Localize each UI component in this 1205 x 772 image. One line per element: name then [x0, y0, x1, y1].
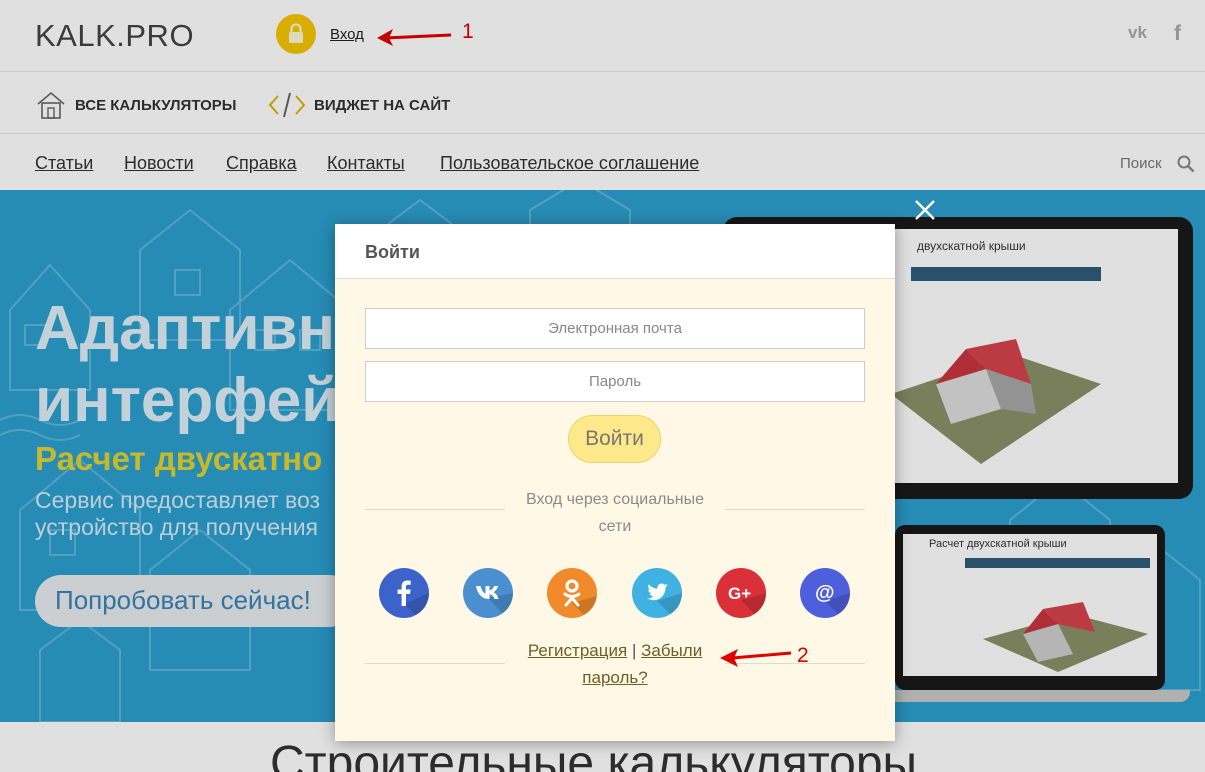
login-submit-button[interactable]: Войти: [568, 415, 661, 463]
google-plus-icon: G+: [728, 584, 766, 618]
close-icon[interactable]: [913, 198, 937, 222]
divider-left: [365, 509, 505, 510]
social-login-caption: Вход через социальные сети: [525, 491, 705, 535]
twitter-icon: [647, 583, 682, 618]
modal-title: Войти: [365, 242, 420, 262]
divider-right: [725, 509, 865, 510]
facebook-login-button[interactable]: [379, 568, 429, 618]
twitter-login-button[interactable]: [632, 568, 682, 618]
vk-login-button[interactable]: [463, 568, 513, 618]
svg-text:@: @: [815, 582, 835, 604]
divider-bottom-left: [365, 663, 505, 664]
svg-text:G+: G+: [728, 584, 751, 603]
odnoklassniki-login-button[interactable]: [547, 568, 597, 618]
vk-icon: [476, 586, 513, 616]
annotation-number-2: 2: [797, 644, 809, 667]
at-sign-icon: @: [815, 582, 850, 618]
account-links: Регистрация | Забыли пароль?: [510, 637, 720, 691]
facebook-icon: [397, 580, 429, 618]
mailru-login-button[interactable]: @: [800, 568, 850, 618]
register-link[interactable]: Регистрация: [528, 641, 627, 660]
annotation-arrow-2: [720, 649, 792, 667]
email-field[interactable]: [365, 308, 865, 349]
login-modal: Войти Войти Вход через социальные сети: [335, 224, 895, 741]
google-plus-login-button[interactable]: G+: [716, 568, 766, 618]
odnoklassniki-icon: [563, 579, 597, 618]
links-separator: |: [631, 641, 637, 660]
modal-header: Войти: [335, 224, 895, 279]
password-field[interactable]: [365, 361, 865, 402]
